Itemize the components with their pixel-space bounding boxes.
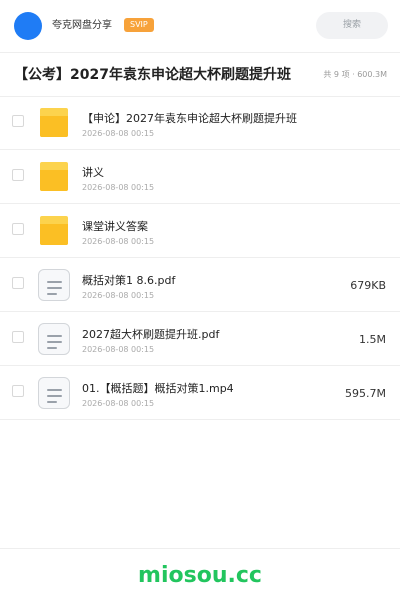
search-button[interactable]: 搜索	[316, 12, 388, 39]
file-name: 概括对策1 8.6.pdf	[82, 274, 176, 287]
file-row[interactable]: 【申论】2027年袁东申论超大杯刷题提升班 2026-08-08 00:15	[0, 96, 400, 150]
file-name: 讲义	[82, 166, 104, 179]
brand-label: 夸克网盘分享	[52, 20, 112, 31]
row-checkbox[interactable]	[12, 169, 24, 181]
file-date: 2026-08-08 00:15	[82, 129, 155, 138]
site-watermark: miosou.cc	[138, 563, 262, 588]
file-name: 【申论】2027年袁东申论超大杯刷题提升班	[82, 112, 297, 125]
file-date: 2026-08-08 00:15	[82, 183, 155, 192]
svip-badge: SVIP	[124, 18, 154, 32]
file-row[interactable]: 01.【概括题】概括对策1.mp4 2026-08-08 00:15 595.7…	[0, 366, 400, 420]
row-checkbox[interactable]	[12, 385, 24, 397]
top-bar: 夸克网盘分享 SVIP 搜索	[0, 0, 400, 53]
file-size: 679KB	[350, 279, 386, 292]
row-checkbox[interactable]	[12, 331, 24, 343]
file-date: 2026-08-08 00:15	[82, 345, 155, 354]
file-date: 2026-08-08 00:15	[82, 237, 155, 246]
folder-meta: 共 9 项 · 600.3M	[323, 70, 387, 79]
document-icon	[38, 323, 70, 355]
folder-title-bar: 【公考】2027年袁东申论超大杯刷题提升班 共 9 项 · 600.3M	[0, 53, 400, 97]
file-size: 595.7M	[345, 387, 386, 400]
footer: miosou.cc	[0, 548, 400, 601]
file-date: 2026-08-08 00:15	[82, 291, 155, 300]
avatar[interactable]	[14, 12, 42, 40]
document-icon	[38, 269, 70, 301]
folder-icon	[38, 108, 70, 138]
file-row[interactable]: 讲义 2026-08-08 00:15	[0, 150, 400, 204]
page-title: 【公考】2027年袁东申论超大杯刷题提升班	[14, 67, 291, 83]
file-row[interactable]: 2027超大杯刷题提升班.pdf 2026-08-08 00:15 1.5M	[0, 312, 400, 366]
file-name: 01.【概括题】概括对策1.mp4	[82, 382, 234, 395]
file-list: 【申论】2027年袁东申论超大杯刷题提升班 2026-08-08 00:15 讲…	[0, 96, 400, 420]
row-checkbox[interactable]	[12, 115, 24, 127]
file-date: 2026-08-08 00:15	[82, 399, 155, 408]
file-name: 课堂讲义答案	[82, 220, 148, 233]
folder-icon	[38, 162, 70, 192]
folder-icon	[38, 216, 70, 246]
row-checkbox[interactable]	[12, 277, 24, 289]
file-row[interactable]: 概括对策1 8.6.pdf 2026-08-08 00:15 679KB	[0, 258, 400, 312]
row-checkbox[interactable]	[12, 223, 24, 235]
file-row[interactable]: 课堂讲义答案 2026-08-08 00:15	[0, 204, 400, 258]
file-size: 1.5M	[359, 333, 386, 346]
file-name: 2027超大杯刷题提升班.pdf	[82, 328, 220, 341]
document-icon	[38, 377, 70, 409]
